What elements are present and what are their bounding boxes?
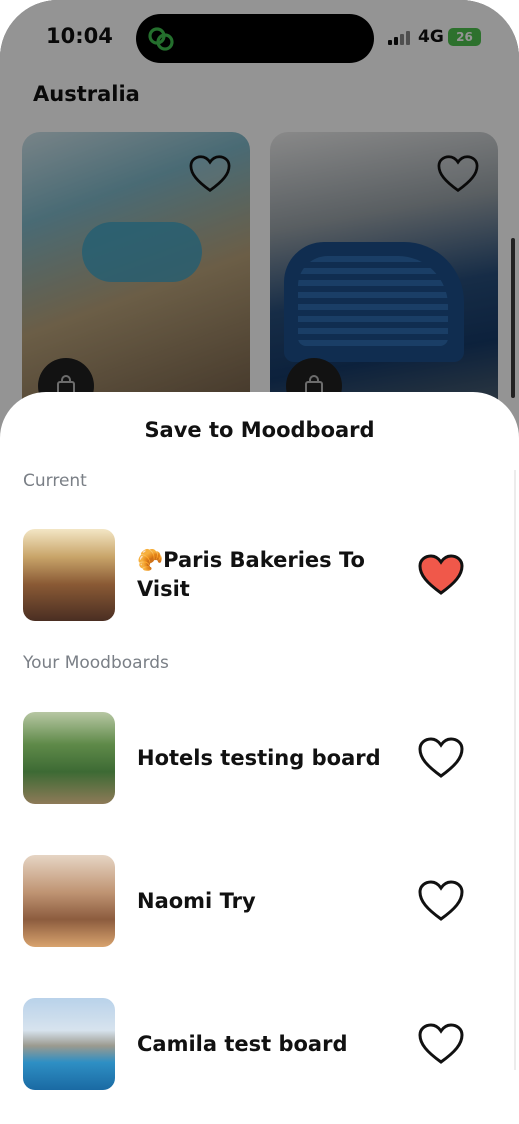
heart-outline-icon[interactable] xyxy=(417,735,465,781)
moodboard-thumbnail xyxy=(23,529,115,621)
moodboard-name-text: Paris Bakeries To Visit xyxy=(137,548,365,601)
your-moodboards-label: Your Moodboards xyxy=(23,653,169,673)
moodboard-thumbnail xyxy=(23,712,115,804)
moodboard-row[interactable]: Camila test board xyxy=(23,998,483,1090)
moodboard-name: 🥐Paris Bakeries To Visit xyxy=(137,529,397,621)
moodboard-row[interactable]: Hotels testing board xyxy=(23,712,483,804)
moodboard-thumbnail xyxy=(23,998,115,1090)
heart-outline-icon[interactable] xyxy=(417,878,465,924)
heart-filled-icon[interactable] xyxy=(417,552,465,598)
phone-frame: 10:04 4G 26 Australia Save to Moodboard … xyxy=(0,0,519,1124)
sheet-scrollbar[interactable] xyxy=(514,470,516,1070)
sheet-title: Save to Moodboard xyxy=(144,418,375,442)
moodboard-name: Camila test board xyxy=(137,1031,348,1056)
moodboard-row[interactable]: Naomi Try xyxy=(23,855,483,947)
moodboard-thumbnail xyxy=(23,855,115,947)
heart-outline-icon[interactable] xyxy=(417,1021,465,1067)
moodboard-name: Hotels testing board xyxy=(137,745,381,770)
moodboard-sheet: Save to Moodboard Current 🥐Paris Bakerie… xyxy=(0,392,519,1124)
current-section-label: Current xyxy=(23,471,87,491)
moodboard-row-current[interactable]: 🥐Paris Bakeries To Visit xyxy=(23,529,483,621)
croissant-emoji: 🥐 xyxy=(137,548,164,572)
moodboard-name: Naomi Try xyxy=(137,888,256,913)
